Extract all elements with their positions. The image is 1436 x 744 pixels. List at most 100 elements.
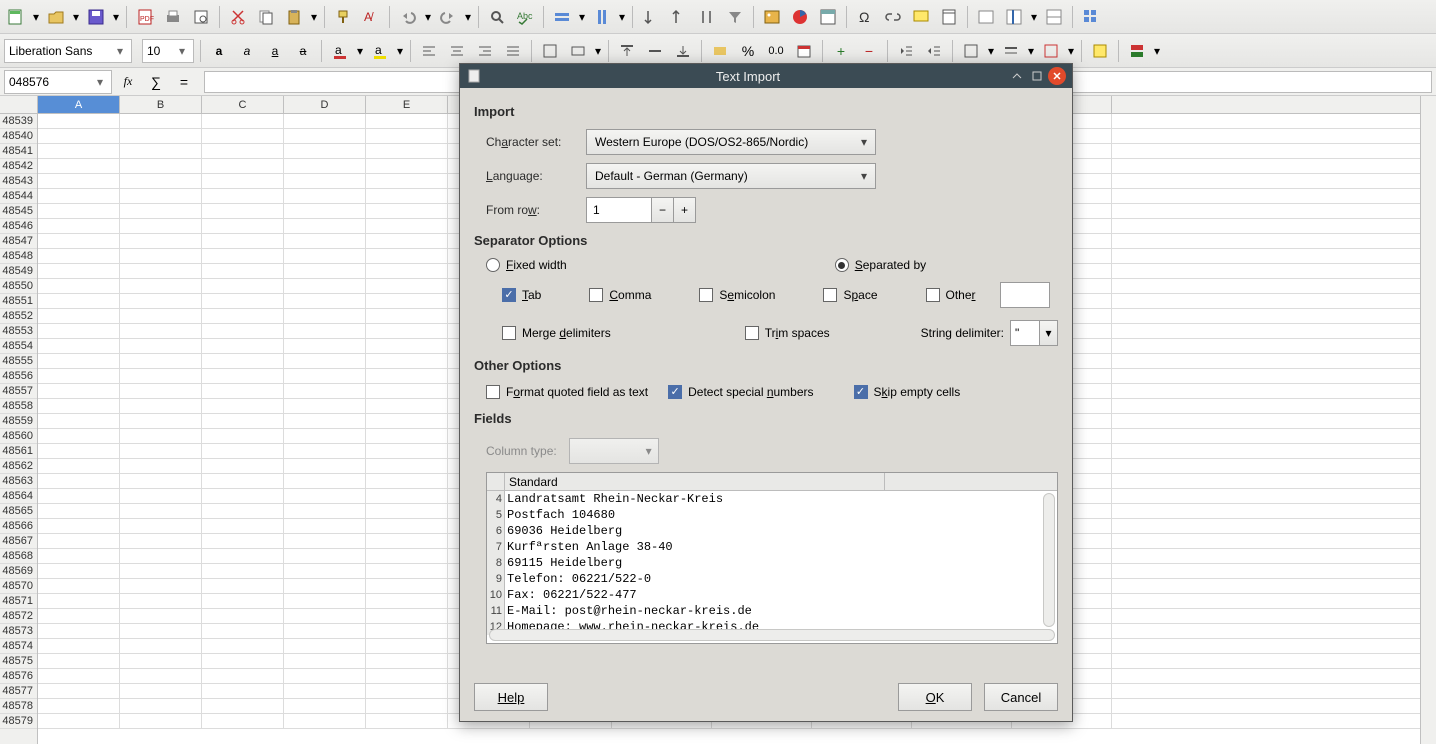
headers-footers-icon[interactable]: [937, 5, 961, 29]
preview-row[interactable]: 9Telefon: 06221/522-0: [487, 571, 1057, 587]
chevron-down-icon[interactable]: ▾: [175, 44, 189, 58]
bold-icon[interactable]: a: [207, 39, 231, 63]
undo-dropdown[interactable]: ▾: [424, 10, 432, 24]
chevron-down-icon[interactable]: ▾: [93, 75, 107, 89]
row-header[interactable]: 48557: [0, 384, 37, 399]
insert-col-icon[interactable]: [590, 5, 614, 29]
equals-icon[interactable]: =: [172, 70, 196, 94]
other-checkbox[interactable]: Other: [926, 288, 976, 302]
row-header[interactable]: 48551: [0, 294, 37, 309]
align-center-icon[interactable]: [445, 39, 469, 63]
border-color-dropdown[interactable]: ▾: [1067, 44, 1075, 58]
row-header[interactable]: 48545: [0, 204, 37, 219]
column-type-select[interactable]: ▾: [569, 438, 659, 464]
redo-icon[interactable]: [436, 5, 460, 29]
row-header[interactable]: 48544: [0, 189, 37, 204]
border-style-dropdown[interactable]: ▾: [1027, 44, 1035, 58]
row-header[interactable]: 48552: [0, 309, 37, 324]
col-header-B[interactable]: B: [120, 96, 202, 113]
row-header[interactable]: 48558: [0, 399, 37, 414]
cut-icon[interactable]: [226, 5, 250, 29]
row-header[interactable]: 48578: [0, 699, 37, 714]
name-box-input[interactable]: [9, 75, 93, 89]
insert-row-icon[interactable]: [550, 5, 574, 29]
from-row-input[interactable]: [587, 198, 651, 222]
find-replace-icon[interactable]: [485, 5, 509, 29]
charset-select[interactable]: Western Europe (DOS/OS2-865/Nordic) ▾: [586, 129, 876, 155]
font-color-dropdown[interactable]: ▾: [356, 44, 364, 58]
detect-special-checkbox[interactable]: Detect special numbers: [668, 385, 813, 399]
spinner-minus-icon[interactable]: −: [651, 198, 673, 222]
print-preview-icon[interactable]: [189, 5, 213, 29]
borders-icon[interactable]: [959, 39, 983, 63]
row-header[interactable]: 48566: [0, 519, 37, 534]
semicolon-checkbox[interactable]: Semicolon: [699, 288, 775, 302]
row-header[interactable]: 48564: [0, 489, 37, 504]
skip-empty-checkbox[interactable]: Skip empty cells: [854, 385, 961, 399]
highlight-icon[interactable]: a: [368, 39, 392, 63]
row-header[interactable]: 48562: [0, 459, 37, 474]
row-header[interactable]: 48560: [0, 429, 37, 444]
row-header[interactable]: 48571: [0, 594, 37, 609]
preview-row[interactable]: 7Kurfªrsten Anlage 38-40: [487, 539, 1057, 555]
sum-icon[interactable]: ∑: [144, 70, 168, 94]
insert-col-dropdown[interactable]: ▾: [618, 10, 626, 24]
clear-format-icon[interactable]: A̸: [359, 5, 383, 29]
undo-icon[interactable]: [396, 5, 420, 29]
print-icon[interactable]: [161, 5, 185, 29]
dialog-titlebar[interactable]: Text Import: [460, 64, 1072, 88]
row-header[interactable]: 48540: [0, 129, 37, 144]
string-delim-select[interactable]: ▾: [1010, 320, 1058, 346]
borders-dropdown[interactable]: ▾: [987, 44, 995, 58]
from-row-spinner[interactable]: − +: [586, 197, 696, 223]
pivot-icon[interactable]: [816, 5, 840, 29]
row-header[interactable]: 48550: [0, 279, 37, 294]
split-window-icon[interactable]: [1042, 5, 1066, 29]
sort-icon[interactable]: [695, 5, 719, 29]
row-header[interactable]: 48575: [0, 654, 37, 669]
merge-cells-icon[interactable]: [566, 39, 590, 63]
open-dropdown[interactable]: ▾: [72, 10, 80, 24]
row-header[interactable]: 48543: [0, 174, 37, 189]
preview-scroll-horizontal[interactable]: [489, 629, 1055, 641]
percent-icon[interactable]: %: [736, 39, 760, 63]
font-size-combo[interactable]: ▾: [142, 39, 194, 63]
new-doc-icon[interactable]: [4, 5, 28, 29]
vertical-scrollbar[interactable]: [1420, 96, 1436, 744]
save-icon[interactable]: [84, 5, 108, 29]
name-box[interactable]: ▾: [4, 70, 112, 94]
date-icon[interactable]: [792, 39, 816, 63]
chart-icon[interactable]: [788, 5, 812, 29]
autoformat-icon[interactable]: [1088, 39, 1112, 63]
comment-icon[interactable]: [909, 5, 933, 29]
space-checkbox[interactable]: Space: [823, 288, 877, 302]
currency-icon[interactable]: [708, 39, 732, 63]
align-left-icon[interactable]: [417, 39, 441, 63]
freeze-dropdown[interactable]: ▾: [1030, 10, 1038, 24]
row-header[interactable]: 48579: [0, 714, 37, 729]
row-header[interactable]: 48559: [0, 414, 37, 429]
row-header[interactable]: 48541: [0, 144, 37, 159]
row-header[interactable]: 48574: [0, 639, 37, 654]
trim-spaces-checkbox[interactable]: Trim spaces: [745, 326, 830, 340]
row-header[interactable]: 48563: [0, 474, 37, 489]
tab-checkbox[interactable]: Tab: [502, 288, 541, 302]
pdf-export-icon[interactable]: PDF: [133, 5, 157, 29]
number-icon[interactable]: 0.0: [764, 39, 788, 63]
help-button[interactable]: Help: [474, 683, 548, 711]
preview-row[interactable]: 5Postfach 104680: [487, 507, 1057, 523]
spellcheck-icon[interactable]: Abc: [513, 5, 537, 29]
open-icon[interactable]: [44, 5, 68, 29]
image-icon[interactable]: [760, 5, 784, 29]
define-range-icon[interactable]: [974, 5, 998, 29]
row-header[interactable]: 48556: [0, 369, 37, 384]
col-header-C[interactable]: C: [202, 96, 284, 113]
preview-row[interactable]: 4Landratsamt Rhein-Neckar-Kreis: [487, 491, 1057, 507]
col-header-E[interactable]: E: [366, 96, 448, 113]
preview-row[interactable]: 11E-Mail: post@rhein-neckar-kreis.de: [487, 603, 1057, 619]
font-color-icon[interactable]: a: [328, 39, 352, 63]
row-header[interactable]: 48548: [0, 249, 37, 264]
hyperlink-icon[interactable]: [881, 5, 905, 29]
paste-icon[interactable]: [282, 5, 306, 29]
paste-dropdown[interactable]: ▾: [310, 10, 318, 24]
